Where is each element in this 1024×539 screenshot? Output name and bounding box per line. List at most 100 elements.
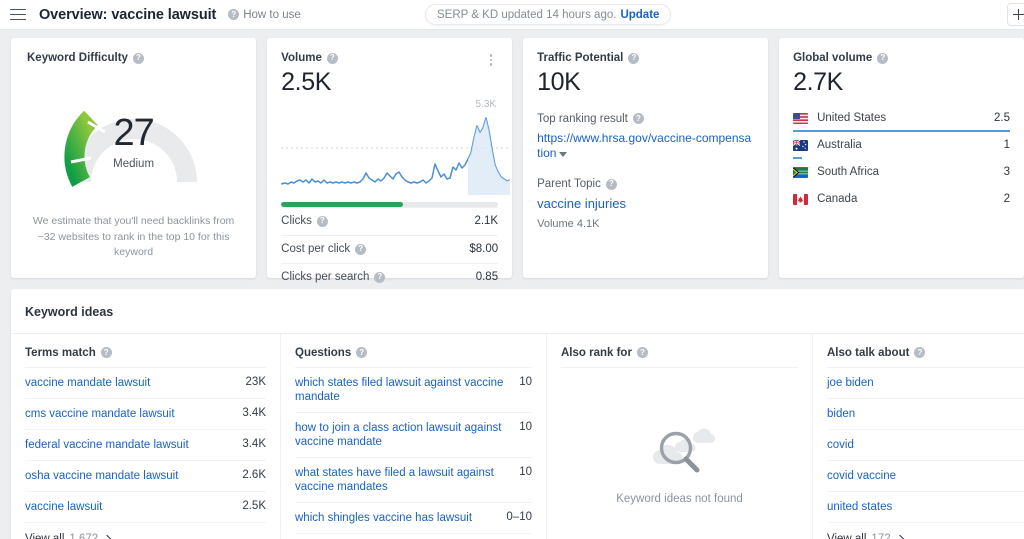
- column-also-talk-about: Also talk about ? joe biden biden covid …: [812, 334, 1024, 539]
- magnifier-empty-icon: [652, 427, 715, 472]
- keyword-link[interactable]: which states filed lawsuit against vacci…: [295, 376, 509, 404]
- column-questions: Questions ? which states filed lawsuit a…: [280, 334, 546, 539]
- us-flag-icon: [793, 112, 809, 124]
- help-icon[interactable]: ?: [914, 347, 926, 358]
- traffic-potential-title: Traffic Potential: [537, 52, 624, 64]
- keyword-volume: 2.6K: [242, 469, 266, 482]
- country-row-united-states[interactable]: United States 2.5: [793, 105, 1011, 132]
- keyword-volume: 2.5K: [242, 500, 266, 513]
- cpc-label: Cost per click: [281, 243, 351, 255]
- top-ranking-result-label: Top ranking result ?: [537, 113, 754, 125]
- global-volume-value: 2.7K: [793, 68, 843, 96]
- hamburger-icon[interactable]: [10, 8, 26, 21]
- metrics-row: Keyword Difficulty ? 27 Medium We estima…: [0, 30, 1024, 283]
- list-item[interactable]: which shingles vaccine has lawsuit 0–10: [295, 502, 532, 533]
- help-icon[interactable]: ?: [605, 178, 617, 190]
- keyword-link[interactable]: united states: [827, 500, 892, 514]
- keyword-volume: 23K: [245, 376, 266, 388]
- list-item[interactable]: vaccine mandate lawsuit 23K: [25, 367, 266, 398]
- clicks-per-search-label: Clicks per search: [281, 271, 370, 283]
- column-header: Terms match ?: [25, 334, 266, 367]
- country-name: United States: [817, 112, 887, 124]
- keyword-link[interactable]: vaccine lawsuit: [25, 500, 102, 514]
- volume-options-icon[interactable]: [484, 52, 498, 68]
- help-icon[interactable]: ?: [356, 347, 368, 358]
- keyword-difficulty-value: 27: [113, 112, 154, 154]
- list-item[interactable]: covid: [827, 429, 1024, 460]
- south-africa-flag-icon: [793, 166, 809, 178]
- list-item[interactable]: osha vaccine mandate lawsuit 2.6K: [25, 460, 266, 491]
- keyword-link[interactable]: covid: [827, 438, 854, 452]
- list-item[interactable]: cms vaccine mandate lawsuit 3.4K: [25, 398, 266, 429]
- volume-card: Volume ? 2.5K 5.3K Clicks ? 2.1K Cost pe…: [267, 38, 513, 283]
- parent-topic-label: Parent Topic ?: [537, 178, 754, 190]
- keyword-link[interactable]: what states have filed a lawsuit against…: [295, 466, 509, 494]
- global-volume-card: Global volume ? 2.7K United States 2.5 A…: [779, 38, 1024, 278]
- metric-row-cpc: Cost per click ? $8.00: [281, 234, 499, 263]
- update-button[interactable]: Update: [620, 9, 659, 21]
- keyword-volume: 3.4K: [242, 407, 266, 420]
- parent-topic-link[interactable]: vaccine injuries: [537, 196, 754, 211]
- top-ranking-result-url[interactable]: https://www.hrsa.gov/vaccine-compensatio…: [537, 131, 754, 163]
- keyword-link[interactable]: which shingles vaccine has lawsuit: [295, 511, 472, 525]
- volume-value: 2.5K: [281, 68, 331, 96]
- chevron-down-icon[interactable]: [559, 151, 568, 157]
- list-item[interactable]: federal vaccine mandate lawsuit 3.4K: [25, 429, 266, 460]
- keyword-link[interactable]: biden: [827, 407, 855, 421]
- help-icon[interactable]: ?: [100, 347, 112, 358]
- keyword-link[interactable]: covid vaccine: [827, 469, 896, 483]
- column-heading-label: Also rank for: [561, 346, 632, 359]
- help-icon[interactable]: ?: [316, 215, 328, 227]
- keyword-difficulty-rating: Medium: [113, 158, 155, 170]
- view-all-also-talk-about[interactable]: View all 172: [827, 522, 1024, 539]
- list-item[interactable]: united states: [827, 491, 1024, 522]
- canada-flag-icon: [793, 193, 809, 205]
- list-item[interactable]: which states filed lawsuit against vacci…: [295, 367, 532, 412]
- country-volume: 2: [1003, 193, 1011, 205]
- list-item[interactable]: how to join a class action lawsuit again…: [295, 412, 532, 457]
- country-row-canada[interactable]: Canada 2: [793, 186, 1010, 213]
- country-row-australia[interactable]: Australia 1: [793, 132, 1010, 159]
- metric-row-clicks-per-search: Clicks per search ? 0.85: [281, 262, 499, 291]
- keyword-volume: 0–10: [506, 511, 532, 524]
- list-item[interactable]: biden: [827, 398, 1024, 429]
- update-notice-text: SERP & KD updated 14 hours ago.: [437, 8, 617, 21]
- how-to-use-link[interactable]: ? How to use: [228, 9, 301, 21]
- help-icon[interactable]: ?: [374, 271, 386, 283]
- keyword-link[interactable]: osha vaccine mandate lawsuit: [25, 469, 178, 483]
- sparkline-svg: [281, 116, 511, 195]
- keyword-link[interactable]: federal vaccine mandate lawsuit: [25, 438, 189, 452]
- cpc-value: $8.00: [469, 243, 499, 255]
- add-button[interactable]: [1007, 3, 1024, 26]
- keyword-link[interactable]: cms vaccine mandate lawsuit: [25, 407, 175, 421]
- list-item[interactable]: joe biden: [827, 367, 1024, 398]
- volume-progress-fill: [281, 201, 403, 207]
- country-name: South Africa: [817, 166, 880, 178]
- keyword-volume: 10: [519, 421, 532, 434]
- help-icon[interactable]: ?: [132, 52, 144, 64]
- empty-state-message: Keyword ideas not found: [616, 492, 743, 505]
- country-name: Australia: [817, 139, 862, 151]
- list-item[interactable]: how many states filed lawsuit against va…: [295, 533, 532, 539]
- keyword-link[interactable]: vaccine mandate lawsuit: [25, 376, 150, 390]
- help-icon[interactable]: ?: [326, 52, 338, 64]
- keyword-link[interactable]: joe biden: [827, 376, 874, 390]
- column-header: Questions ?: [295, 334, 532, 367]
- column-header: Also rank for ?: [561, 334, 798, 367]
- list-item[interactable]: what states have filed a lawsuit against…: [295, 457, 532, 502]
- keyword-link[interactable]: how to join a class action lawsuit again…: [295, 421, 509, 449]
- keyword-difficulty-title: Keyword Difficulty: [27, 52, 128, 64]
- view-all-terms-match[interactable]: View all 1,672: [25, 522, 266, 539]
- help-icon[interactable]: ?: [632, 113, 644, 124]
- help-icon[interactable]: ?: [355, 243, 367, 255]
- help-icon[interactable]: ?: [877, 52, 889, 64]
- list-item[interactable]: covid vaccine: [827, 460, 1024, 491]
- keyword-difficulty-gauge: 27 Medium: [27, 70, 240, 195]
- top-bar: Overview: vaccine lawsuit ? How to use S…: [0, 0, 1024, 30]
- list-item[interactable]: vaccine lawsuit 2.5K: [25, 491, 266, 522]
- country-row-south-africa[interactable]: South Africa 3: [793, 159, 1010, 186]
- help-icon[interactable]: ?: [636, 347, 648, 358]
- traffic-potential-label: Traffic Potential ?: [537, 52, 754, 64]
- volume-title: Volume: [281, 52, 322, 64]
- help-icon[interactable]: ?: [628, 52, 640, 64]
